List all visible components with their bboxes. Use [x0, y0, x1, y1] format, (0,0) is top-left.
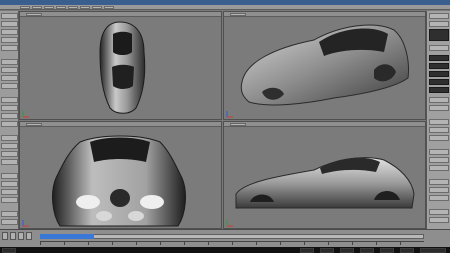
status-field-6 [380, 248, 394, 253]
tool-button-17[interactable] [1, 159, 18, 165]
y-axis-gizmo [226, 111, 233, 118]
viewport-top[interactable] [19, 11, 222, 120]
panel-button-5[interactable] [429, 105, 449, 111]
key-icon[interactable] [18, 232, 24, 240]
status-field-2 [300, 248, 314, 253]
car-side-view-render [235, 157, 415, 209]
loop-icon[interactable] [26, 232, 32, 240]
timeline-range-marker[interactable] [40, 234, 94, 239]
panel-field-3[interactable] [429, 71, 449, 77]
panel-button-10[interactable] [429, 157, 449, 163]
side-axis-gizmo [226, 220, 233, 227]
panel-field-1[interactable] [429, 55, 449, 61]
panel-field-5[interactable] [429, 87, 449, 93]
tool-button-7[interactable] [1, 67, 18, 73]
panel-button-3[interactable] [429, 45, 449, 51]
panel-button-14[interactable] [429, 195, 449, 201]
toolbar-button-4[interactable] [56, 5, 66, 9]
tool-button-21[interactable] [1, 197, 18, 203]
status-field-8 [420, 248, 446, 253]
right-property-panel [426, 11, 450, 229]
panel-button-12[interactable] [429, 179, 449, 185]
tool-button-8[interactable] [1, 75, 18, 81]
panel-button-1[interactable] [429, 13, 449, 19]
tool-button-13[interactable] [1, 121, 18, 127]
tool-button-22[interactable] [1, 211, 18, 217]
x-axis-gizmo [22, 111, 29, 118]
viewport-front[interactable] [19, 121, 222, 229]
left-tool-palette [0, 11, 19, 229]
car-perspective-render [240, 24, 409, 106]
tool-button-4[interactable] [1, 37, 18, 43]
toolbar-button-1[interactable] [20, 5, 30, 9]
panel-button-15[interactable] [429, 209, 449, 215]
toolbar-button-3[interactable] [44, 5, 54, 9]
z-axis-gizmo [22, 220, 29, 227]
status-field-7 [400, 248, 414, 253]
panel-button-11[interactable] [429, 165, 449, 171]
tool-button-23[interactable] [1, 219, 18, 225]
timeline-track[interactable] [40, 234, 424, 239]
toolbar-button-8[interactable] [104, 5, 114, 9]
tool-button-1[interactable] [1, 13, 18, 19]
tool-button-15[interactable] [1, 143, 18, 149]
panel-button-2[interactable] [429, 21, 449, 27]
status-field-4 [340, 248, 354, 253]
tool-button-12[interactable] [1, 113, 18, 119]
toolbar-button-6[interactable] [80, 5, 90, 9]
tool-button-18[interactable] [1, 173, 18, 179]
panel-button-9[interactable] [429, 149, 449, 155]
tool-button-2[interactable] [1, 21, 18, 27]
panel-field-2[interactable] [429, 63, 449, 69]
status-field-1 [2, 248, 16, 253]
panel-button-8[interactable] [429, 135, 449, 141]
panel-button-4[interactable] [429, 97, 449, 103]
color-swatch-panel[interactable] [429, 29, 449, 41]
tool-button-19[interactable] [1, 181, 18, 187]
viewport-perspective[interactable] [223, 11, 426, 120]
tool-button-6[interactable] [1, 59, 18, 65]
toolbar-button-2[interactable] [32, 5, 42, 9]
panel-button-16[interactable] [429, 217, 449, 223]
tool-button-5[interactable] [1, 45, 18, 51]
tool-button-10[interactable] [1, 97, 18, 103]
tool-button-11[interactable] [1, 105, 18, 111]
status-field-5 [360, 248, 374, 253]
toolbar-button-7[interactable] [92, 5, 102, 9]
panel-field-4[interactable] [429, 79, 449, 85]
status-field-3 [320, 248, 334, 253]
viewport-side[interactable] [223, 121, 426, 229]
status-bar [0, 247, 450, 253]
tool-button-3[interactable] [1, 29, 18, 35]
play-icon[interactable] [2, 232, 8, 240]
timeline-panel [0, 229, 450, 253]
tool-button-20[interactable] [1, 189, 18, 195]
stop-icon[interactable] [10, 232, 16, 240]
main-toolbar [0, 5, 450, 10]
car-top-view-render [99, 21, 146, 114]
toolbar-button-5[interactable] [68, 5, 78, 9]
tool-button-14[interactable] [1, 135, 18, 141]
panel-button-7[interactable] [429, 127, 449, 133]
tool-button-9[interactable] [1, 83, 18, 89]
timeline-ruler [40, 241, 424, 245]
panel-button-6[interactable] [429, 119, 449, 125]
tool-button-16[interactable] [1, 151, 18, 157]
panel-button-13[interactable] [429, 187, 449, 193]
car-front-view-render [52, 135, 186, 227]
